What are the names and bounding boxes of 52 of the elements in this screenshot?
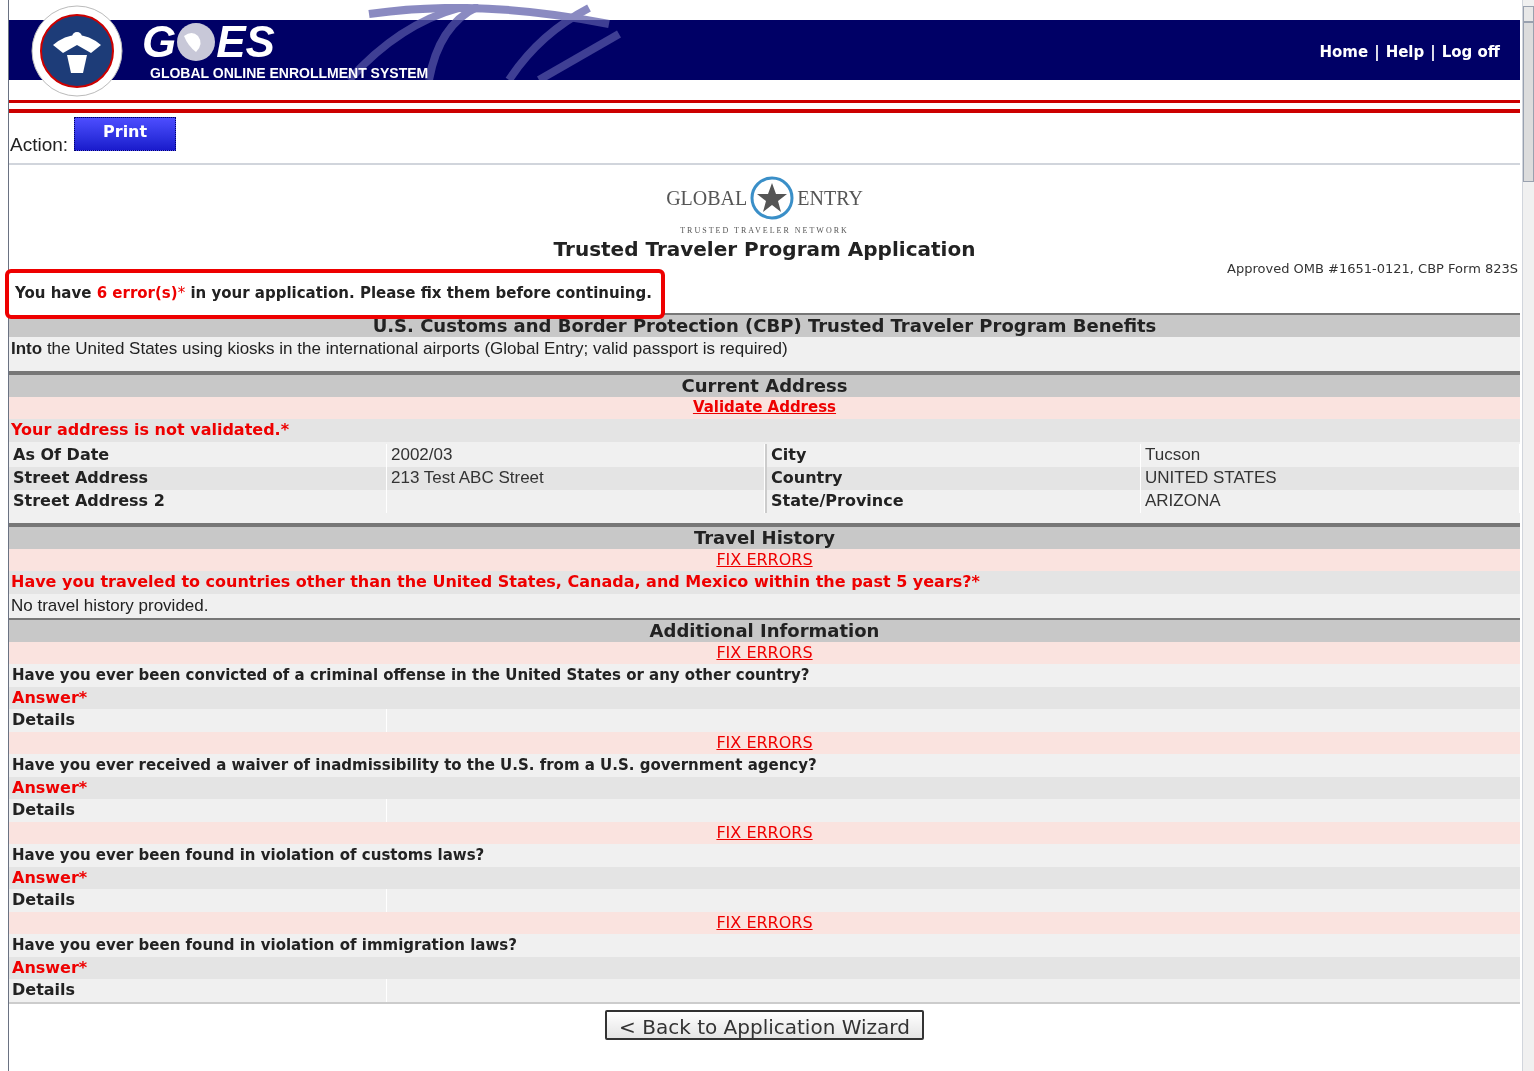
field-label: Street Address <box>9 466 387 490</box>
seal-icon <box>31 5 123 97</box>
fix-errors-link[interactable]: FIX ERRORS <box>716 730 813 755</box>
logo-subtitle: GLOBAL ONLINE ENROLLMENT SYSTEM <box>150 66 429 80</box>
info-text: Into the United States using kiosks in the international airports (Global Entry; valid passport is required) <box>11 337 788 360</box>
back-button[interactable]: < Back to Application Wizard <box>605 1009 924 1040</box>
brand-tagline: TRUSTED TRAVELER NETWORK <box>680 225 849 237</box>
fix-errors-link[interactable]: FIX ERRORS <box>716 547 813 572</box>
action-label: Action: <box>10 132 69 157</box>
nav-link[interactable]: Log off <box>1441 41 1500 64</box>
section-heading: Travel History <box>9 524 1520 549</box>
field-value: UNITED STATES <box>1141 466 1520 490</box>
answer-label: Answer* <box>9 866 1520 889</box>
star-emblem-icon <box>749 175 796 221</box>
separator: | <box>1374 42 1380 63</box>
error-text: Your address is not validated.* <box>9 418 1520 442</box>
answer-label: Answer* <box>9 686 1520 709</box>
field-label: Details <box>9 978 387 1002</box>
field-label: City <box>765 443 1141 467</box>
print-button[interactable]: Print <box>74 117 177 151</box>
validate-link[interactable]: Validate Address <box>692 396 837 419</box>
question-text: Have you ever been found in violation of immigration laws? <box>9 933 1520 957</box>
question-text: Have you ever been found in violation of customs laws? <box>9 843 1520 867</box>
brand-text: ENTRY <box>797 186 863 211</box>
field-value: 213 Test ABC Street <box>387 466 765 490</box>
error-text: Have you traveled to countries other than the United States, Canada, and Mexico within the past 5 years?* <box>9 570 1520 594</box>
form-number: Approved OMB #1651-0121, CBP Form 823S <box>1227 260 1518 278</box>
field-label: Details <box>9 798 387 822</box>
brand-text: GLOBAL <box>666 186 748 211</box>
error-message: You have 6 error(s)* in your application. Please fix them before continuing. <box>15 283 652 305</box>
question-text: Have you ever received a waiver of inadmissibility to the U.S. from a U.S. government agency? <box>9 753 1520 777</box>
globe-icon <box>176 22 217 62</box>
answer-label: Answer* <box>9 956 1520 979</box>
logo-text: ES <box>216 20 275 64</box>
logo-text: G <box>142 20 177 64</box>
answer-label: Answer* <box>9 776 1520 799</box>
fix-errors-link[interactable]: FIX ERRORS <box>716 820 813 845</box>
field-label: Details <box>9 888 387 912</box>
field-label: State/Province <box>765 489 1141 513</box>
fix-errors-link[interactable]: FIX ERRORS <box>716 910 813 935</box>
field-label: Details <box>9 708 387 732</box>
nav-link[interactable]: Home <box>1319 41 1369 64</box>
section-heading: Current Address <box>9 372 1520 397</box>
fix-errors-link[interactable]: FIX ERRORS <box>716 640 813 665</box>
info-text: No travel history provided. <box>11 594 209 617</box>
separator: | <box>1430 42 1436 63</box>
question-text: Have you ever been convicted of a criminal offense in the United States or any other country? <box>9 663 1520 687</box>
nav-link[interactable]: Help <box>1385 41 1425 64</box>
page-title: Trusted Traveler Program Application <box>553 237 976 261</box>
section-heading: Additional Information <box>9 617 1520 642</box>
field-label: Country <box>765 466 1141 490</box>
scrollbar[interactable] <box>1522 0 1534 1071</box>
